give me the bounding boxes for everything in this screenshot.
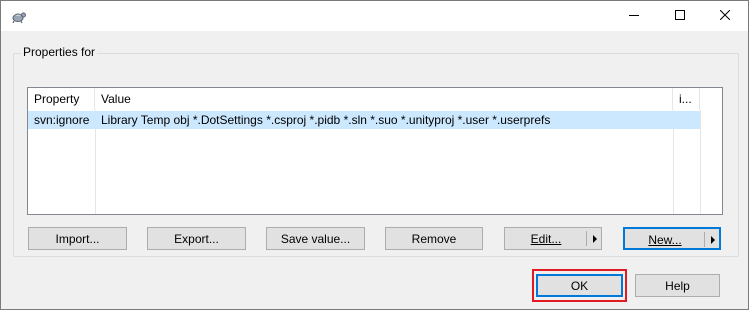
edit-button-label: Edit... xyxy=(530,231,562,246)
import-button[interactable]: Import... xyxy=(28,227,127,250)
remove-button-label: Remove xyxy=(411,231,457,246)
split-separator xyxy=(586,231,587,246)
tortoise-icon xyxy=(9,7,27,25)
maximize-button[interactable] xyxy=(657,1,703,31)
cell-value: Library Temp obj *.DotSettings *.csproj … xyxy=(101,113,551,127)
group-label: Properties for xyxy=(21,45,98,59)
cell-property: svn:ignore xyxy=(34,113,90,127)
properties-dialog: Properties for Property Value i... svn:i… xyxy=(0,0,749,310)
minimize-icon xyxy=(629,9,639,23)
chevron-right-icon[interactable] xyxy=(593,235,597,243)
column-header-value[interactable]: Value xyxy=(95,88,673,110)
column-header-extra[interactable]: i... xyxy=(673,88,700,110)
minimize-button[interactable] xyxy=(611,1,657,31)
help-button[interactable]: Help xyxy=(635,274,720,297)
import-button-label: Import... xyxy=(55,231,100,246)
close-button[interactable] xyxy=(702,1,748,31)
maximize-icon xyxy=(675,9,685,23)
close-icon xyxy=(719,9,731,23)
title-bar[interactable] xyxy=(1,1,748,31)
save-value-button-label: Save value... xyxy=(280,231,351,246)
export-button[interactable]: Export... xyxy=(147,227,246,250)
edit-split-button[interactable]: Edit... xyxy=(504,227,602,250)
cell-extra xyxy=(673,111,700,129)
split-separator xyxy=(704,232,705,247)
column-header-property[interactable]: Property xyxy=(28,88,95,110)
properties-list[interactable]: Property Value i... svn:ignore Library T… xyxy=(27,87,723,215)
remove-button[interactable]: Remove xyxy=(385,227,483,250)
help-button-label: Help xyxy=(665,278,690,293)
export-button-label: Export... xyxy=(174,231,219,246)
chevron-right-icon[interactable] xyxy=(711,236,715,244)
ok-button[interactable]: OK xyxy=(536,274,623,297)
list-header: Property Value i... xyxy=(28,88,722,110)
table-row[interactable]: svn:ignore Library Temp obj *.DotSetting… xyxy=(28,111,700,129)
new-split-button[interactable]: New... xyxy=(623,227,721,250)
column-divider xyxy=(700,110,701,214)
new-button-label: New... xyxy=(648,232,682,247)
ok-button-label: OK xyxy=(570,278,589,293)
save-value-button[interactable]: Save value... xyxy=(266,227,365,250)
